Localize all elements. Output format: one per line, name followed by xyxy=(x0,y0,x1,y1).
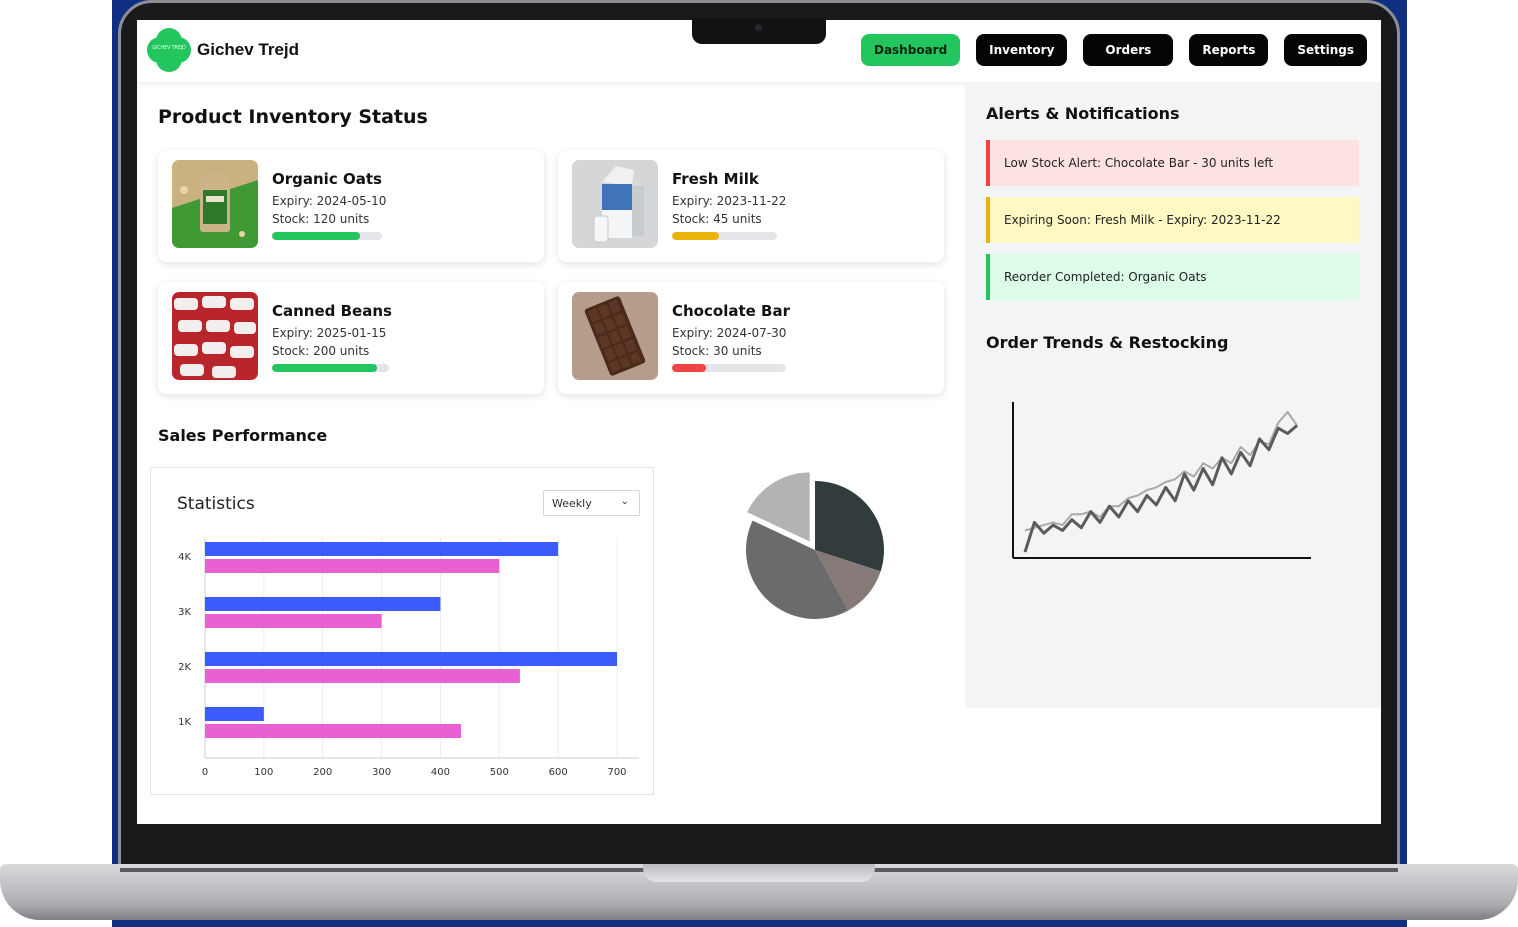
stock-progress-fill xyxy=(672,364,707,372)
brand-name: Gichev Trejd xyxy=(197,40,300,59)
product-card[interactable]: Organic Oats Expiry: 2024-05-10 Stock: 1… xyxy=(158,150,544,262)
oats-pack-image xyxy=(172,160,258,248)
stock-progress-fill xyxy=(272,364,378,372)
y-tick-label: 4K xyxy=(178,552,191,563)
bar xyxy=(205,559,500,573)
alert-expiring[interactable]: Expiring Soon: Fresh Milk - Expiry: 2023… xyxy=(986,197,1359,243)
stock-progress-fill xyxy=(672,232,720,240)
bar-chart: 0 100 200 300 400 500 600 700 4K 3K 2K 1K xyxy=(178,538,639,778)
inventory-title: Product Inventory Status xyxy=(158,106,428,128)
product-stock: Stock: 30 units xyxy=(672,344,762,358)
main-nav: Dashboard Inventory Orders Reports Setti… xyxy=(860,34,1367,66)
alert-text: Low Stock Alert: Chocolate Bar - 30 unit… xyxy=(1004,156,1274,170)
bar xyxy=(205,614,382,628)
nav-orders-button[interactable]: Orders xyxy=(1083,34,1174,66)
x-tick-label: 700 xyxy=(607,767,626,778)
product-stock: Stock: 120 units xyxy=(272,212,370,226)
stock-progress-bar xyxy=(272,232,382,240)
bar xyxy=(205,542,559,556)
app-screen: GICHEV TREJD Gichev Trejd Dashboard Inve… xyxy=(137,20,1381,824)
chocolate-bar-image xyxy=(572,292,658,380)
product-name: Fresh Milk xyxy=(672,170,759,188)
product-expiry: Expiry: 2025-01-15 xyxy=(272,326,387,340)
x-tick-label: 0 xyxy=(202,767,208,778)
alert-low-stock[interactable]: Low Stock Alert: Chocolate Bar - 30 unit… xyxy=(986,140,1359,186)
alert-text: Reorder Completed: Organic Oats xyxy=(1004,270,1207,284)
stock-progress-bar xyxy=(672,232,777,240)
product-name: Canned Beans xyxy=(272,302,392,320)
alert-text: Expiring Soon: Fresh Milk - Expiry: 2023… xyxy=(1004,213,1281,227)
canned-beans-image xyxy=(172,292,258,380)
x-tick-label: 400 xyxy=(431,767,450,778)
statistics-panel: Statistics Weekly ⌄ 0 100 200 300 400 500 600 7… xyxy=(150,467,654,795)
nav-reports-button[interactable]: Reports xyxy=(1189,34,1269,66)
series-line xyxy=(1024,411,1298,532)
trends-title: Order Trends & Restocking xyxy=(986,333,1229,352)
product-expiry: Expiry: 2024-05-10 xyxy=(272,194,387,208)
y-tick-label: 2K xyxy=(178,662,191,673)
alerts-title: Alerts & Notifications xyxy=(986,104,1180,123)
sales-title: Sales Performance xyxy=(158,426,328,445)
alert-reorder[interactable]: Reorder Completed: Organic Oats xyxy=(986,254,1359,300)
milk-carton-image xyxy=(572,160,658,248)
product-stock: Stock: 200 units xyxy=(272,344,370,358)
logo-badge-text: GICHEV TREJD xyxy=(152,45,186,51)
product-stock: Stock: 45 units xyxy=(672,212,762,226)
product-expiry: Expiry: 2024-07-30 xyxy=(672,326,787,340)
laptop-trackpad-notch xyxy=(643,864,875,882)
alerts-panel: Alerts & Notifications Low Stock Alert: … xyxy=(965,82,1381,708)
stock-progress-bar xyxy=(272,364,389,372)
product-card[interactable]: Chocolate Bar Expiry: 2024-07-30 Stock: … xyxy=(558,282,944,394)
x-tick-label: 500 xyxy=(490,767,509,778)
camera-notch xyxy=(692,18,826,44)
x-tick-label: 200 xyxy=(313,767,332,778)
bar xyxy=(205,707,264,721)
stock-progress-fill xyxy=(272,232,360,240)
product-name: Chocolate Bar xyxy=(672,302,790,320)
bar xyxy=(205,724,462,738)
series-line xyxy=(1023,424,1298,553)
x-tick-label: 300 xyxy=(372,767,391,778)
camera-icon xyxy=(755,24,762,31)
product-expiry: Expiry: 2023-11-22 xyxy=(672,194,787,208)
logo-icon[interactable]: GICHEV TREJD xyxy=(147,28,191,72)
x-tick-label: 100 xyxy=(254,767,273,778)
pie-chart xyxy=(746,472,884,619)
nav-settings-button[interactable]: Settings xyxy=(1284,34,1367,66)
bar xyxy=(205,597,441,611)
y-tick-label: 3K xyxy=(178,607,191,618)
y-tick-label: 1K xyxy=(178,717,191,728)
product-card[interactable]: Fresh Milk Expiry: 2023-11-22 Stock: 45 … xyxy=(558,150,944,262)
bar xyxy=(205,669,520,683)
nav-inventory-button[interactable]: Inventory xyxy=(976,34,1068,66)
nav-dashboard-button[interactable]: Dashboard xyxy=(860,34,961,66)
x-tick-label: 600 xyxy=(549,767,568,778)
product-card[interactable]: Canned Beans Expiry: 2025-01-15 Stock: 2… xyxy=(158,282,544,394)
product-name: Organic Oats xyxy=(272,170,382,188)
line-chart xyxy=(1012,402,1311,559)
stock-progress-bar xyxy=(672,364,786,372)
bar xyxy=(205,652,617,666)
